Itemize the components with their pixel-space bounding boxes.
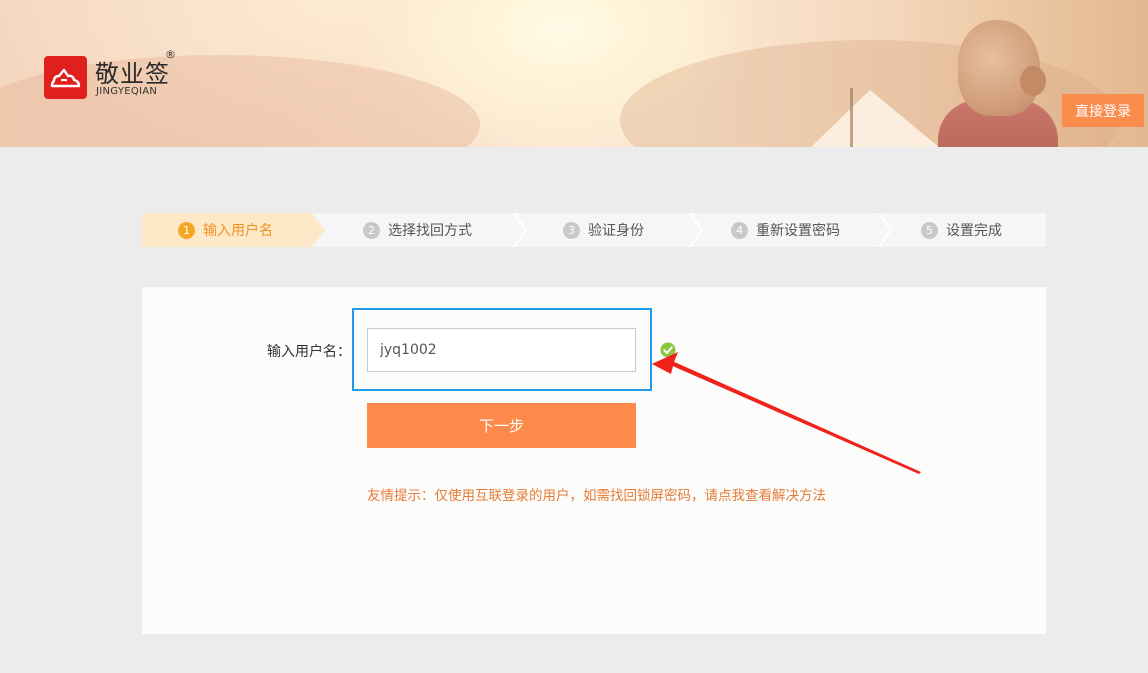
banner-tent — [810, 90, 940, 147]
step-number: 1 — [178, 221, 195, 239]
step-separator-icon — [513, 213, 528, 247]
step-5-complete: 5 设置完成 — [921, 213, 1002, 247]
friendly-tip-link[interactable]: 友情提示：仅使用互联登录的用户，如需找回锁屏密码，请点我查看解决方法 — [367, 484, 826, 504]
step-2-choose-method: 2 选择找回方式 — [363, 213, 472, 247]
step-number: 4 — [731, 221, 748, 239]
brand-name-en: JINGYEQIAN — [96, 86, 158, 97]
step-label: 选择找回方式 — [388, 223, 472, 239]
step-separator-icon — [878, 213, 893, 247]
next-step-button[interactable]: 下一步 — [367, 403, 636, 448]
step-label: 重新设置密码 — [756, 223, 840, 239]
direct-login-button[interactable]: 直接登录 — [1062, 94, 1144, 127]
step-3-verify-identity: 3 验证身份 — [563, 213, 644, 247]
step-number: 3 — [563, 221, 580, 239]
header-banner — [0, 0, 1148, 147]
banner-tent-pole — [850, 88, 853, 147]
logo-icon[interactable] — [44, 56, 87, 99]
cloud-icon — [50, 68, 81, 88]
step-number: 2 — [363, 221, 380, 239]
active-step-arrow — [312, 213, 325, 247]
step-label: 设置完成 — [946, 223, 1002, 239]
brand-name-cn: 敬业签 — [95, 60, 170, 88]
step-1-enter-username: 1 输入用户名 — [178, 213, 273, 247]
annotation-arrow-icon — [652, 352, 921, 474]
step-label: 验证身份 — [588, 223, 644, 239]
banner-girl-hair-bun — [1020, 66, 1046, 96]
brand-registered-mark: ® — [165, 48, 176, 61]
step-separator-icon — [689, 213, 704, 247]
progress-steps: 1 输入用户名 2 选择找回方式 3 验证身份 4 重新设置密码 5 设置完成 — [142, 213, 1046, 247]
step-label: 输入用户名 — [203, 223, 273, 239]
username-label: 输入用户名： — [267, 344, 351, 360]
username-input[interactable] — [367, 328, 636, 372]
step-4-reset-password: 4 重新设置密码 — [731, 213, 840, 247]
step-number: 5 — [921, 221, 938, 239]
